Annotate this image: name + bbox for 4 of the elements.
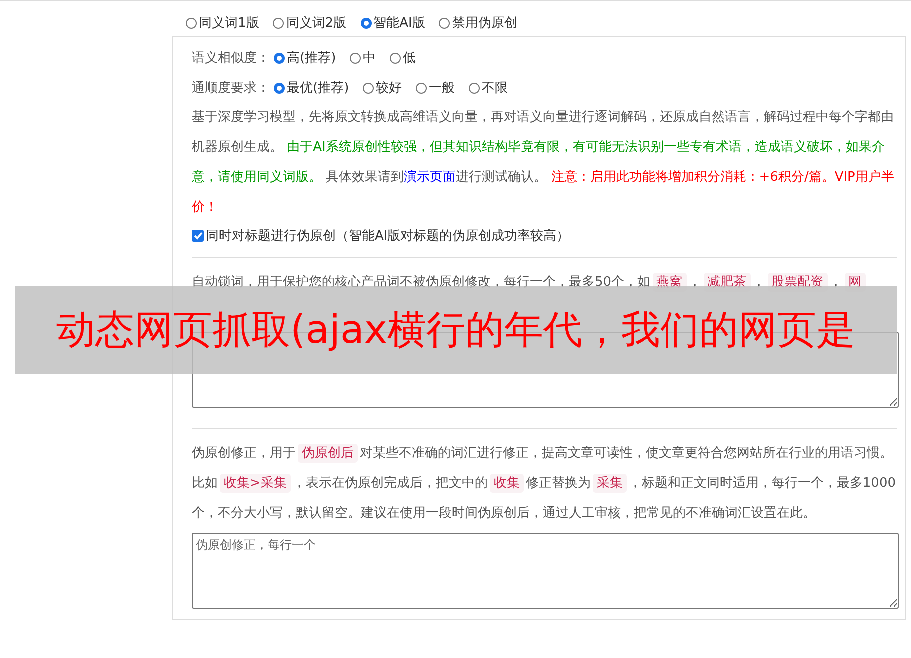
correction-description: 伪原创修正，用于 伪原创后 对某些不准确的词汇进行修正，提高文章可读性，使文章更符合您网站所在行业的用语习惯。比如 收集>采集 ，表示在伪原创完成后，把文中的 收集 修正替换为 采集 ，标题和正文同时适用，每行一个，最多1000个，不分大小写，默认留空。建议在使用一段时间伪原创后，通过人工审核，把常见的不准确词汇设置在此。 <box>192 443 897 523</box>
similarity-label: 语义相似度： <box>192 50 270 67</box>
ai-description: 基于深度学习模型，先将原文转换成高维语义向量，再对语义向量进行逐词解码，还原成自然语言，解码过程中每个字都由机器原创生成。 由于AI系统原创性较强，但其知识结构毕竟有限，有可能无法识别一些专有术语，造成语义破坏，如果介意，请使用同义词版。 具体效果请到演示页面进行测试确认。 注意：启用此功能将增加积分消耗：+6积分/篇。VIP用户半价！ <box>192 109 896 217</box>
fluency-label: 通顺度要求： <box>192 80 270 97</box>
